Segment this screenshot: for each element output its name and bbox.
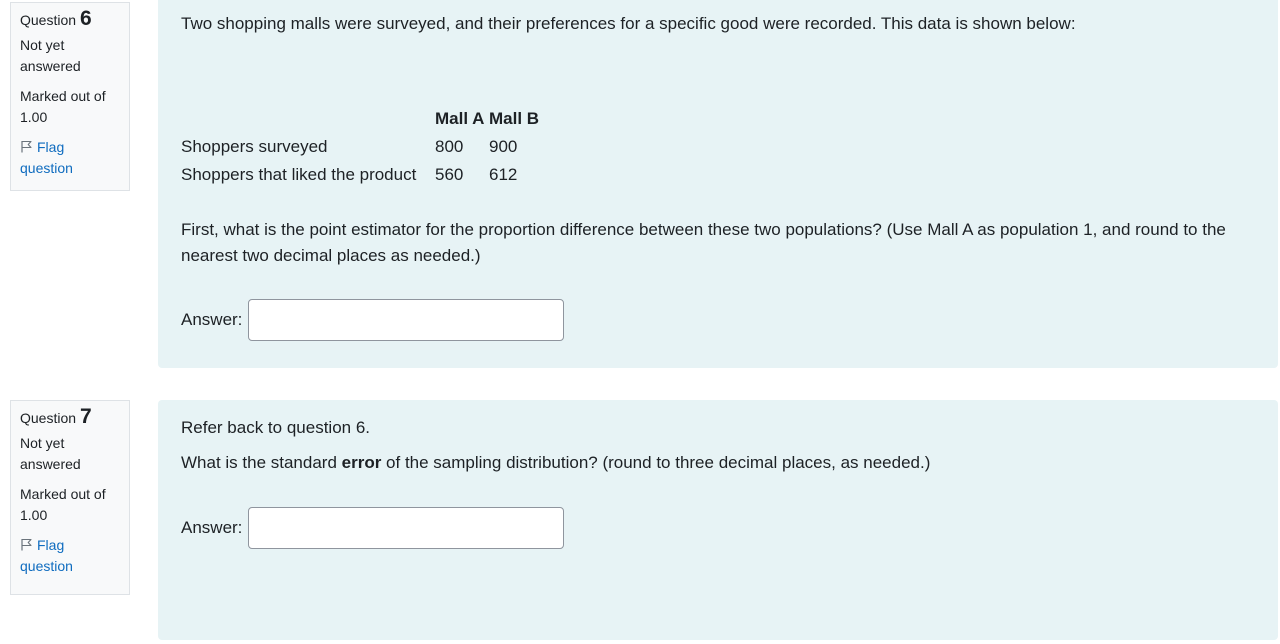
row-label: Shoppers that liked the product <box>181 165 417 184</box>
answer-input[interactable] <box>248 299 565 341</box>
question-7-content: Refer back to question 6. What is the st… <box>158 400 1278 640</box>
answer-label: Answer: <box>181 310 243 329</box>
question-number: Question 7 <box>20 406 120 429</box>
question-grade: Marked out of 1.00 <box>20 486 106 523</box>
question-label: Question <box>20 12 77 28</box>
flag-icon <box>21 140 32 153</box>
table-cell: 612 <box>489 165 518 184</box>
column-header: Mall A <box>435 109 485 128</box>
question-number: Question 6 <box>20 8 120 31</box>
question-text-part: What is the standard <box>181 453 342 472</box>
table-corner-cell <box>181 105 435 133</box>
flag-question-link[interactable]: Flag question <box>20 137 120 179</box>
question-state: Not yet answered <box>20 37 81 74</box>
row-label: Shoppers surveyed <box>181 137 328 156</box>
question-text-emphasis: error <box>341 453 382 472</box>
data-table: Mall A Mall B Shoppers surveyed 800 900 … <box>181 105 549 189</box>
table-row: Shoppers surveyed 800 900 <box>181 133 549 161</box>
question-state: Not yet answered <box>20 435 81 472</box>
table-header-row: Mall A Mall B <box>181 105 549 133</box>
answer-label: Answer: <box>181 518 243 537</box>
table-cell: 800 <box>435 137 464 156</box>
flag-question-link[interactable]: Flag question <box>20 535 120 577</box>
question-text: First, what is the point estimator for t… <box>181 220 1226 265</box>
table-row: Shoppers that liked the product 560 612 <box>181 161 549 189</box>
question-grade: Marked out of 1.00 <box>20 88 106 125</box>
question-number-value: 7 <box>79 405 92 428</box>
answer-row: Answer: <box>181 507 1255 549</box>
question-text-part: of the sampling distribution? (round to … <box>381 453 931 472</box>
answer-row: Answer: <box>181 299 1255 341</box>
question-7-info: Question 7 Not yet answered Marked out o… <box>10 400 130 595</box>
table-cell: 560 <box>435 165 464 184</box>
question-number-value: 6 <box>79 7 92 30</box>
question-intro: Refer back to question 6. <box>181 418 371 437</box>
answer-input[interactable] <box>248 507 565 549</box>
table-cell: 900 <box>489 137 518 156</box>
flag-icon <box>21 538 32 551</box>
question-intro: Two shopping malls were surveyed, and th… <box>181 14 1076 33</box>
question-label: Question <box>20 410 77 426</box>
question-6-info: Question 6 Not yet answered Marked out o… <box>10 2 130 191</box>
question-text: What is the standard error of the sampli… <box>181 450 1255 476</box>
column-header: Mall B <box>489 109 540 128</box>
question-6-content: Two shopping malls were surveyed, and th… <box>158 0 1278 368</box>
